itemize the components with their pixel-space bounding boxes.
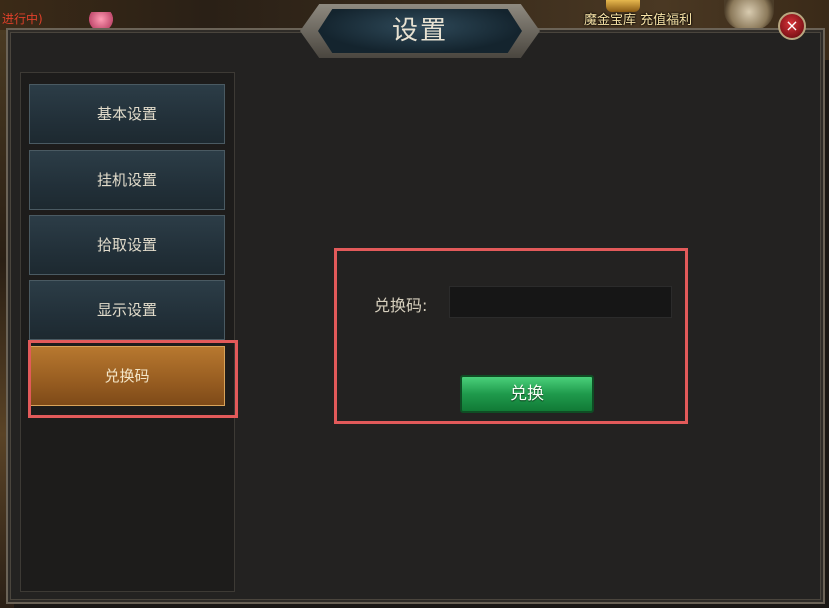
tab-basic-settings[interactable]: 基本设置 [29,84,225,144]
redeem-code-label: 兑换码: [374,296,428,315]
tab-pickup-settings[interactable]: 拾取设置 [29,215,225,275]
panel-title: 设置 [391,16,448,46]
tab-display-settings[interactable]: 显示设置 [29,280,225,340]
redeem-button[interactable]: 兑换 [460,375,594,413]
redeem-code-input[interactable] [449,286,672,318]
top-event-links[interactable]: 魔金宝库 充值福利 [584,9,692,28]
quest-status-text: 进行中) [2,12,43,26]
close-button[interactable]: × [778,12,806,40]
boss-avatar-icon [724,0,774,30]
tab-idle-settings[interactable]: 挂机设置 [29,150,225,210]
tab-redeem-code[interactable]: 兑换码 [29,346,225,406]
